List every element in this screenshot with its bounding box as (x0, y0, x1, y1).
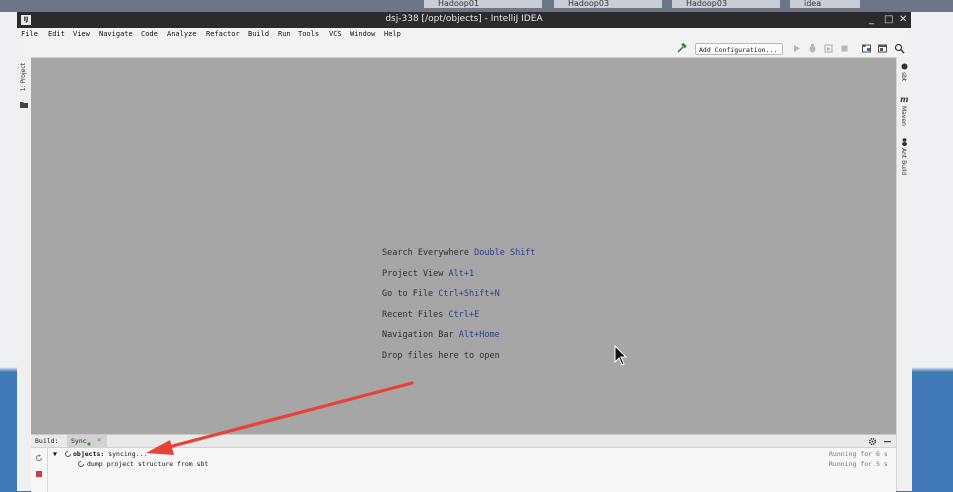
annotation-arrow (146, 381, 414, 455)
